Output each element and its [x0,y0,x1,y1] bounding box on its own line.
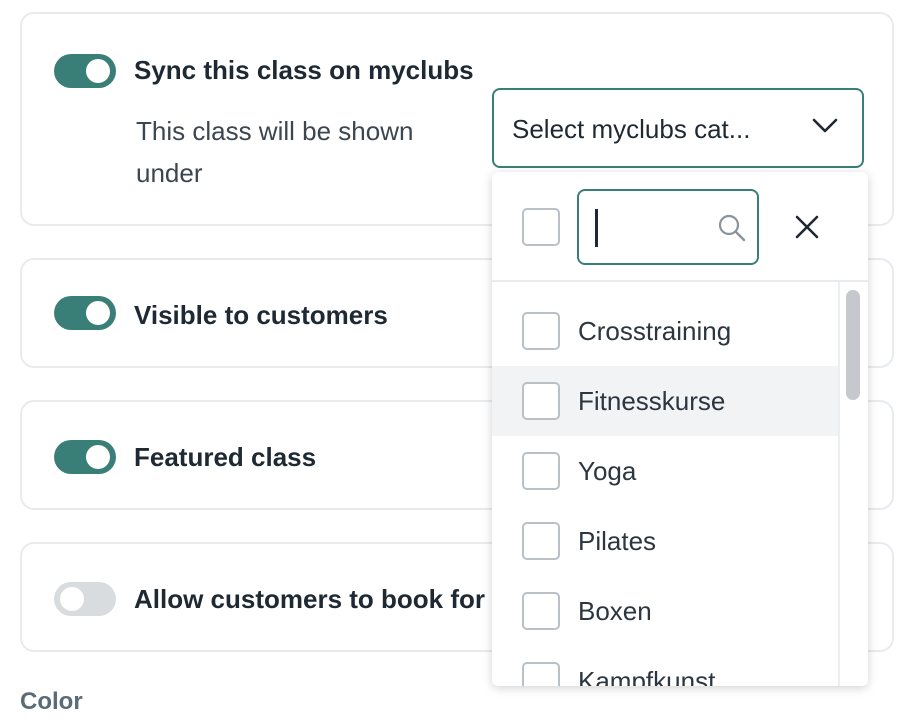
select-all-checkbox[interactable] [522,208,560,246]
allow-book-label: Allow customers to book for s [134,584,507,614]
dropdown-header [492,172,868,282]
toggle-knob [60,587,84,611]
category-search-input[interactable] [577,189,759,265]
scrollbar-thumb[interactable] [846,290,860,400]
featured-toggle[interactable] [54,440,116,474]
option-pilates[interactable]: Pilates [492,506,838,576]
toggle-knob [86,445,110,469]
option-fitnesskurse[interactable]: Fitnesskurse [492,366,838,436]
myclubs-category-select[interactable]: Select myclubs cat... [492,88,864,168]
option-checkbox[interactable] [522,382,560,420]
option-label: Pilates [578,526,657,556]
option-label: Fitnesskurse [578,386,726,416]
visible-toggle[interactable] [54,296,116,330]
option-label: Yoga [578,456,637,486]
sync-toggle[interactable] [54,54,116,88]
chevron-down-icon[interactable] [812,118,838,139]
option-crosstraining[interactable]: Crosstraining [492,296,838,366]
option-label: Crosstraining [578,316,732,346]
option-checkbox[interactable] [522,662,560,686]
text-caret [595,209,598,247]
option-checkbox[interactable] [522,592,560,630]
category-dropdown: Crosstraining Fitnesskurse Yoga Pilates … [492,172,868,686]
allow-book-toggle[interactable] [54,582,116,616]
option-kampfkunst[interactable]: Kampfkunst [492,646,838,686]
option-checkbox[interactable] [522,452,560,490]
option-checkbox[interactable] [522,312,560,350]
option-yoga[interactable]: Yoga [492,436,838,506]
sync-description: This class will be shown under [136,116,414,188]
close-icon[interactable] [794,214,820,245]
option-boxen[interactable]: Boxen [492,576,838,646]
select-placeholder: Select myclubs cat... [512,114,751,144]
toggle-knob [86,59,110,83]
dropdown-scrollbar[interactable] [838,282,868,686]
option-checkbox[interactable] [522,522,560,560]
search-icon [717,213,747,248]
color-section-label: Color [20,688,83,715]
visible-label: Visible to customers [134,300,388,330]
featured-label: Featured class [134,442,317,472]
option-label: Kampfkunst [578,666,716,686]
option-label: Boxen [578,596,652,626]
sync-label: Sync this class on myclubs [134,55,474,85]
category-option-list: Crosstraining Fitnesskurse Yoga Pilates … [492,282,838,686]
toggle-knob [86,301,110,325]
